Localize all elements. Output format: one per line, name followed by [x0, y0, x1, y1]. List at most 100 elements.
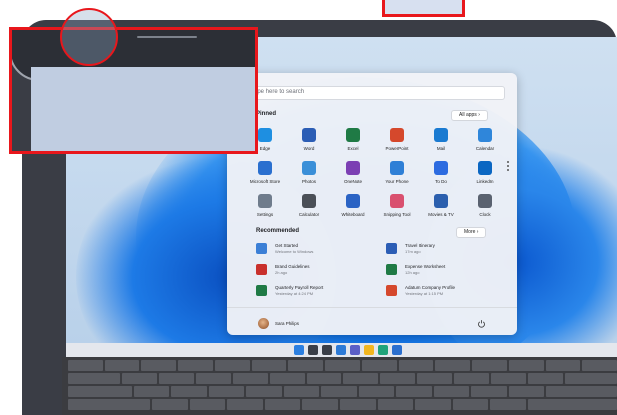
recommended-title: Quarterly Payroll Report	[275, 285, 324, 290]
pinned-app-calculator[interactable]: Calculator	[287, 194, 331, 217]
excel-doc-icon	[256, 285, 267, 296]
highlight-box-zoom	[9, 27, 258, 154]
pinned-app-onenote[interactable]: OneNote	[331, 161, 375, 184]
recommended-item[interactable]: Get Started Welcome to Windows	[256, 241, 376, 261]
word-icon	[302, 128, 316, 142]
pinned-app-label: Excel	[347, 146, 359, 151]
more-label: More	[464, 229, 476, 235]
powerpoint-icon	[390, 128, 404, 142]
recommended-title: Travel Itinerary	[405, 243, 435, 248]
pinned-app-label: Settings	[256, 212, 274, 217]
chevron-right-icon: ›	[478, 112, 480, 118]
more-button[interactable]: More ›	[456, 227, 487, 238]
task-view-icon[interactable]	[322, 345, 332, 355]
recommended-title: Brand Guidelines	[275, 264, 310, 269]
highlight-box-top	[382, 0, 465, 17]
recommended-subtitle: 12h ago	[405, 270, 420, 275]
recommended-item[interactable]: Travel Itinerary 17m ago	[386, 241, 506, 261]
mail-icon	[434, 128, 448, 142]
pinned-app-whiteboard[interactable]: Whiteboard	[331, 194, 375, 217]
snipping-icon	[390, 194, 404, 208]
excel-doc-icon	[386, 264, 397, 275]
file-explorer-icon[interactable]	[364, 345, 374, 355]
pinned-app-powerpoint[interactable]: PowerPoint	[375, 128, 419, 151]
power-icon[interactable]	[477, 319, 486, 328]
pinned-app-label: Movies & TV	[428, 212, 454, 217]
pinned-app-microsoft-store[interactable]: Microsoft Store	[243, 161, 287, 184]
movies-icon	[434, 194, 448, 208]
excel-icon	[346, 128, 360, 142]
word-doc-icon	[386, 243, 397, 254]
avatar[interactable]	[258, 318, 269, 329]
user-name[interactable]: Sara Philips	[275, 321, 299, 326]
start-menu: Type here to search Pinned All apps › Ed…	[227, 73, 517, 335]
pinned-app-your-phone[interactable]: Your Phone	[375, 161, 419, 184]
search-icon[interactable]	[308, 345, 318, 355]
phone-icon	[390, 161, 404, 175]
pinned-app-excel[interactable]: Excel	[331, 128, 375, 151]
pinned-app-label: Microsoft Store	[249, 179, 281, 184]
pinned-app-settings[interactable]: Settings	[243, 194, 287, 217]
get-started-icon	[256, 243, 267, 254]
pinned-app-label: Whiteboard	[341, 212, 365, 217]
settings-icon	[258, 194, 272, 208]
page-indicator[interactable]	[507, 161, 509, 173]
ppt-doc-icon	[386, 285, 397, 296]
recommended-title: Get Started	[275, 243, 299, 248]
recommended-heading: Recommended	[256, 228, 300, 234]
store-icon	[258, 161, 272, 175]
recommended-subtitle: Welcome to Windows	[275, 249, 314, 254]
pdf-icon	[256, 264, 267, 275]
taskbar-icons	[294, 345, 402, 355]
pinned-app-clock[interactable]: Clock	[463, 194, 507, 217]
pinned-app-label: Photos	[301, 179, 316, 184]
pinned-app-label: PowerPoint	[385, 146, 409, 151]
store-icon[interactable]	[392, 345, 402, 355]
pinned-app-word[interactable]: Word	[287, 128, 331, 151]
recommended-item[interactable]: Expense Worksheet 12h ago	[386, 262, 506, 282]
pinned-app-label: Snipping Tool	[383, 212, 411, 217]
start-icon[interactable]	[294, 345, 304, 355]
search-placeholder: Type here to search	[251, 89, 305, 95]
photos-icon	[302, 161, 316, 175]
pinned-app-calendar[interactable]: Calendar	[463, 128, 507, 151]
pinned-heading: Pinned	[256, 111, 277, 117]
pinned-app-label: Mail	[436, 146, 446, 151]
keyboard	[62, 357, 617, 415]
camera-highlight-circle	[60, 8, 118, 66]
chat-icon[interactable]	[350, 345, 360, 355]
pinned-app-movies-tv[interactable]: Movies & TV	[419, 194, 463, 217]
whiteboard-icon	[346, 194, 360, 208]
recommended-item[interactable]: Adatum Company Profile Yesterday at 1:15 …	[386, 283, 506, 303]
pinned-app-label: Calendar	[475, 146, 495, 151]
pinned-app-to-do[interactable]: To Do	[419, 161, 463, 184]
linkedin-icon	[478, 161, 492, 175]
chevron-right-icon: ›	[476, 229, 479, 235]
all-apps-button[interactable]: All apps ›	[451, 110, 488, 121]
recommended-subtitle: Yesterday at 1:15 PM	[405, 291, 444, 296]
recommended-item[interactable]: Brand Guidelines 2h ago	[256, 262, 376, 282]
pinned-app-label: LinkedIn	[476, 179, 494, 184]
onenote-icon	[346, 161, 360, 175]
calculator-icon	[302, 194, 316, 208]
pinned-app-linkedin[interactable]: LinkedIn	[463, 161, 507, 184]
pinned-app-label: To Do	[435, 179, 447, 184]
pinned-app-label: Word	[303, 146, 315, 151]
footer-divider	[227, 307, 517, 308]
calendar-icon	[478, 128, 492, 142]
pinned-app-photos[interactable]: Photos	[287, 161, 331, 184]
pinned-app-mail[interactable]: Mail	[419, 128, 463, 151]
pinned-app-label: Calculator	[298, 212, 320, 217]
recommended-subtitle: Yesterday at 4:24 PM	[275, 291, 314, 296]
todo-icon	[434, 161, 448, 175]
edge-icon[interactable]	[378, 345, 388, 355]
edge-icon	[258, 128, 272, 142]
recommended-item[interactable]: Quarterly Payroll Report Yesterday at 4:2…	[256, 283, 376, 303]
pinned-app-snipping-tool[interactable]: Snipping Tool	[375, 194, 419, 217]
all-apps-label: All apps	[459, 112, 477, 118]
recommended-subtitle: 17m ago	[405, 249, 421, 254]
clock-icon	[478, 194, 492, 208]
pinned-app-label: OneNote	[343, 179, 362, 184]
widgets-icon[interactable]	[336, 345, 346, 355]
recommended-title: Expense Worksheet	[405, 264, 446, 269]
